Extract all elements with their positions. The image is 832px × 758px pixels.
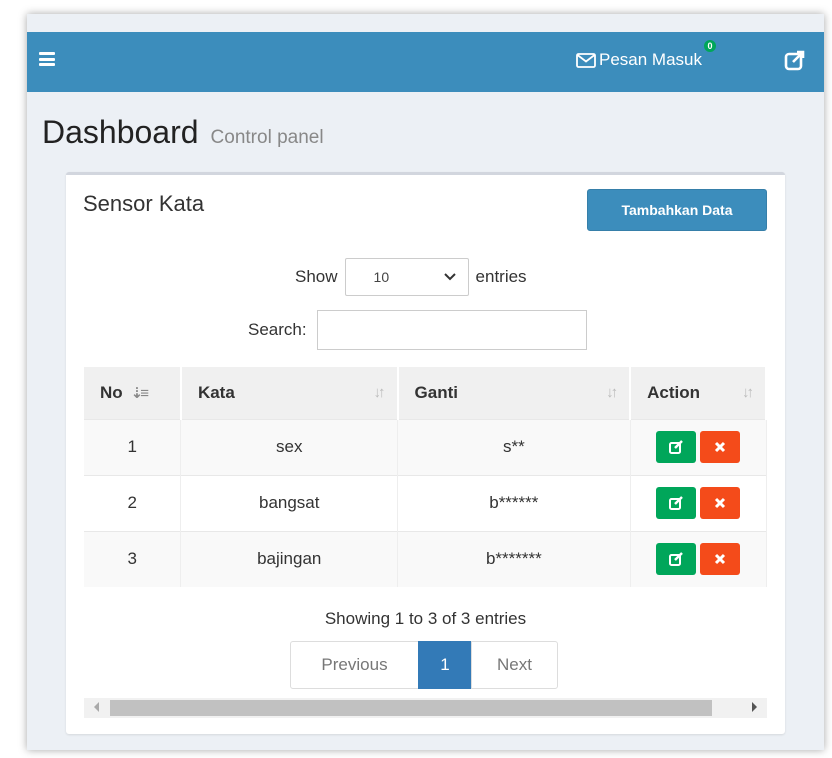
envelope-icon [576,52,596,68]
cell-no: 2 [84,474,182,531]
table-info: Showing 1 to 3 of 3 entries [324,609,527,628]
table-header-row: No ⇣≡ Kata ↓↑ Ganti ↓↑ Action ↓↑ [84,367,767,419]
menu-icon[interactable] [39,52,55,66]
cell-action [630,474,767,531]
page-title: Dashboard [42,114,199,150]
external-link-icon[interactable] [784,49,806,71]
cell-ganti: s** [397,418,631,475]
add-data-button[interactable]: Tambahkan Data [587,189,767,231]
column-header-ganti[interactable]: Ganti ↓↑ [397,367,632,419]
show-label: Show [295,267,338,286]
pagination: Previous 1 Next [290,641,558,689]
edit-icon [669,552,683,567]
page-subtitle: Control panel [210,127,324,148]
horizontal-scrollbar[interactable] [84,698,767,718]
cell-kata: bajingan [180,530,399,587]
cell-action [630,530,767,587]
close-icon [714,554,726,565]
column-header-kata[interactable]: Kata ↓↑ [180,367,399,419]
page-1-button[interactable]: 1 [418,641,472,689]
search-input[interactable] [316,310,587,350]
column-label: No [100,382,123,402]
app-window: Pesan Masuk 0 Dashboard Control panel Se… [27,14,824,750]
column-label: Ganti [414,382,458,402]
sort-asc-icon: ⇣≡ [130,384,149,402]
table-row: 1 sex s** [84,418,767,475]
panel-title: Sensor Kata [83,191,205,216]
edit-button[interactable] [656,487,697,519]
column-header-action[interactable]: Action ↓↑ [630,367,767,419]
close-icon [714,441,726,453]
inbox-label: Pesan Masuk [599,50,702,69]
delete-button[interactable] [700,487,741,519]
scroll-left-arrow-icon[interactable] [94,702,99,712]
cell-action [630,418,767,475]
column-header-no[interactable]: No ⇣≡ [84,367,182,419]
sensor-table: No ⇣≡ Kata ↓↑ Ganti ↓↑ Action ↓↑ 1 sex s** [84,367,767,587]
top-navbar: Pesan Masuk 0 [27,32,824,92]
cell-no: 1 [84,418,182,475]
edit-button[interactable] [656,431,697,463]
sensor-kata-panel: Sensor Kata Tambahkan Data Show 10 entri… [66,172,785,734]
sort-icon: ↓↑ [373,384,386,401]
table-row: 2 bangsat b****** [84,474,767,531]
cell-ganti: b****** [397,474,631,531]
next-page-button[interactable]: Next [471,641,558,689]
search-label: Search: [248,320,307,339]
edit-icon [669,496,683,510]
scrollbar-thumb[interactable] [110,700,712,716]
search-control: Search: [248,310,587,350]
cell-kata: sex [180,418,399,475]
page-length-select[interactable]: 10 [344,258,469,296]
inbox-count-badge: 0 [704,40,716,52]
edit-icon [669,440,683,454]
delete-button[interactable] [700,543,741,576]
close-icon [714,497,726,509]
sort-icon: ↓↑ [742,384,754,401]
chevron-down-icon [443,273,456,281]
cell-no: 3 [84,530,182,587]
inbox-link[interactable]: Pesan Masuk 0 [576,40,716,72]
sort-icon: ↓↑ [606,384,618,401]
column-label: Kata [197,382,235,402]
cell-kata: bangsat [180,474,399,531]
column-label: Action [647,382,700,402]
table-row: 3 bajingan b******* [84,530,767,587]
entries-label: entries [475,267,527,286]
page-header: Dashboard Control panel [42,114,324,151]
scroll-right-arrow-icon[interactable] [752,702,757,712]
page-length-value: 10 [373,269,390,285]
page-length-control: Show 10 entries [295,258,527,296]
previous-page-button[interactable]: Previous [290,641,419,689]
edit-button[interactable] [656,543,697,576]
cell-ganti: b******* [397,530,631,587]
delete-button[interactable] [700,431,741,463]
